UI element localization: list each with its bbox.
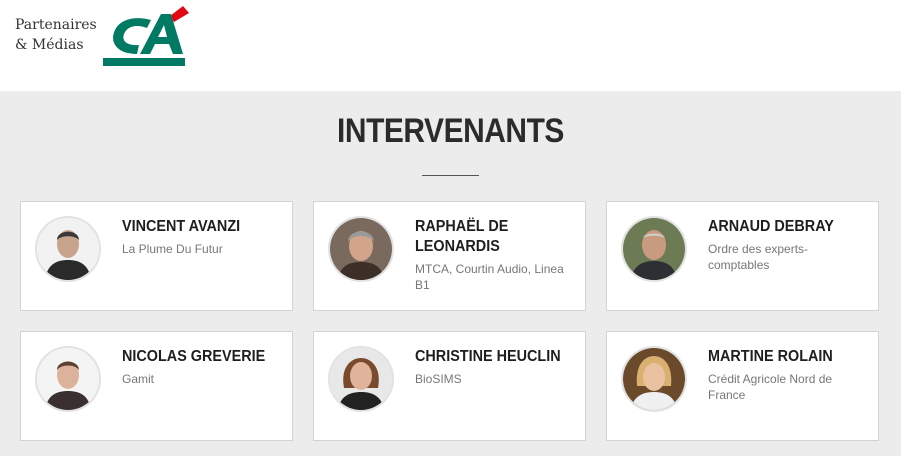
speaker-organization: Gamit [122, 372, 155, 386]
speaker-organization: BioSIMS [415, 372, 462, 386]
top-bar: Partenaires & Médias [0, 0, 901, 91]
speaker-photo [328, 216, 394, 282]
speaker-card[interactable]: CHRISTINE HEUCLIN BioSIMS [313, 331, 586, 441]
speaker-organization: La Plume Du Futur [122, 242, 223, 256]
speaker-card[interactable]: RAPHAËL DE LEONARDIS MTCA, Courtin Audio… [313, 201, 586, 311]
speaker-organization: MTCA, Courtin Audio, Linea B1 [415, 262, 564, 292]
speaker-name: VINCENT AVANZI [122, 218, 241, 235]
speaker-organization: Ordre des experts-comptables [708, 242, 809, 272]
speaker-photo [621, 216, 687, 282]
title-divider [422, 175, 479, 176]
credit-agricole-logo[interactable] [103, 6, 191, 68]
speaker-name: NICOLAS GREVERIE [122, 348, 266, 365]
partners-label-line2: & Médias [15, 37, 84, 53]
speaker-card[interactable]: MARTINE ROLAIN Crédit Agricole Nord de F… [606, 331, 879, 441]
partners-label-line1: Partenaires [15, 17, 97, 33]
speaker-name: ARNAUD DEBRAY [708, 218, 834, 235]
speaker-card[interactable]: NICOLAS GREVERIE Gamit [20, 331, 293, 441]
speaker-organization: Crédit Agricole Nord de France [708, 372, 833, 402]
speaker-card[interactable]: ARNAUD DEBRAY Ordre des experts-comptabl… [606, 201, 879, 311]
section-title: INTERVENANTS [337, 112, 564, 150]
speaker-card[interactable]: VINCENT AVANZI La Plume Du Futur [20, 201, 293, 311]
speaker-photo [621, 346, 687, 412]
speaker-name: RAPHAËL DE LEONARDIS [415, 218, 509, 255]
speaker-name: MARTINE ROLAIN [708, 348, 833, 365]
speaker-photo [35, 346, 101, 412]
partners-label: Partenaires & Médias [15, 15, 97, 55]
speaker-name: CHRISTINE HEUCLIN [415, 348, 561, 365]
speaker-photo [328, 346, 394, 412]
speaker-photo [35, 216, 101, 282]
